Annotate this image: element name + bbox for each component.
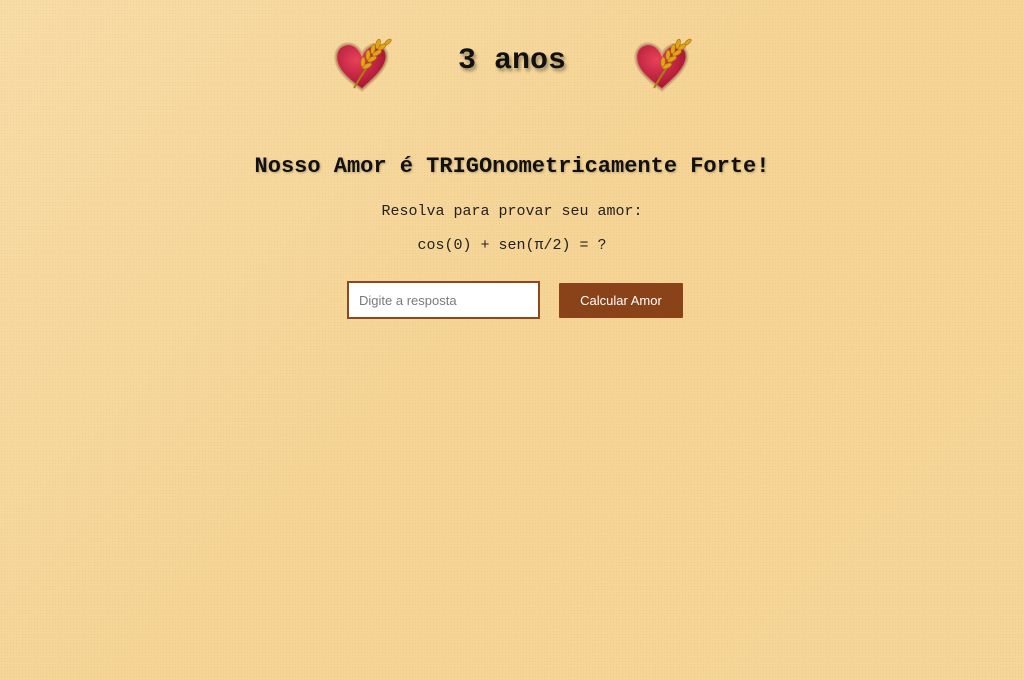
heart-wheat-icon [634,38,692,92]
answer-input[interactable] [347,281,540,319]
page-title: 3 anos [457,44,567,78]
headline: Nosso Amor é TRIGOnometricamente Forte! [254,154,770,179]
instruction-text: Resolva para provar seu amor: [381,203,643,220]
calculate-love-button[interactable]: Calcular Amor [559,283,683,318]
equation-text: cos(0) + sen(π/2) = ? [417,237,607,254]
page-header: 3 anos [0,34,1024,98]
answer-form: Calcular Amor [347,281,687,321]
